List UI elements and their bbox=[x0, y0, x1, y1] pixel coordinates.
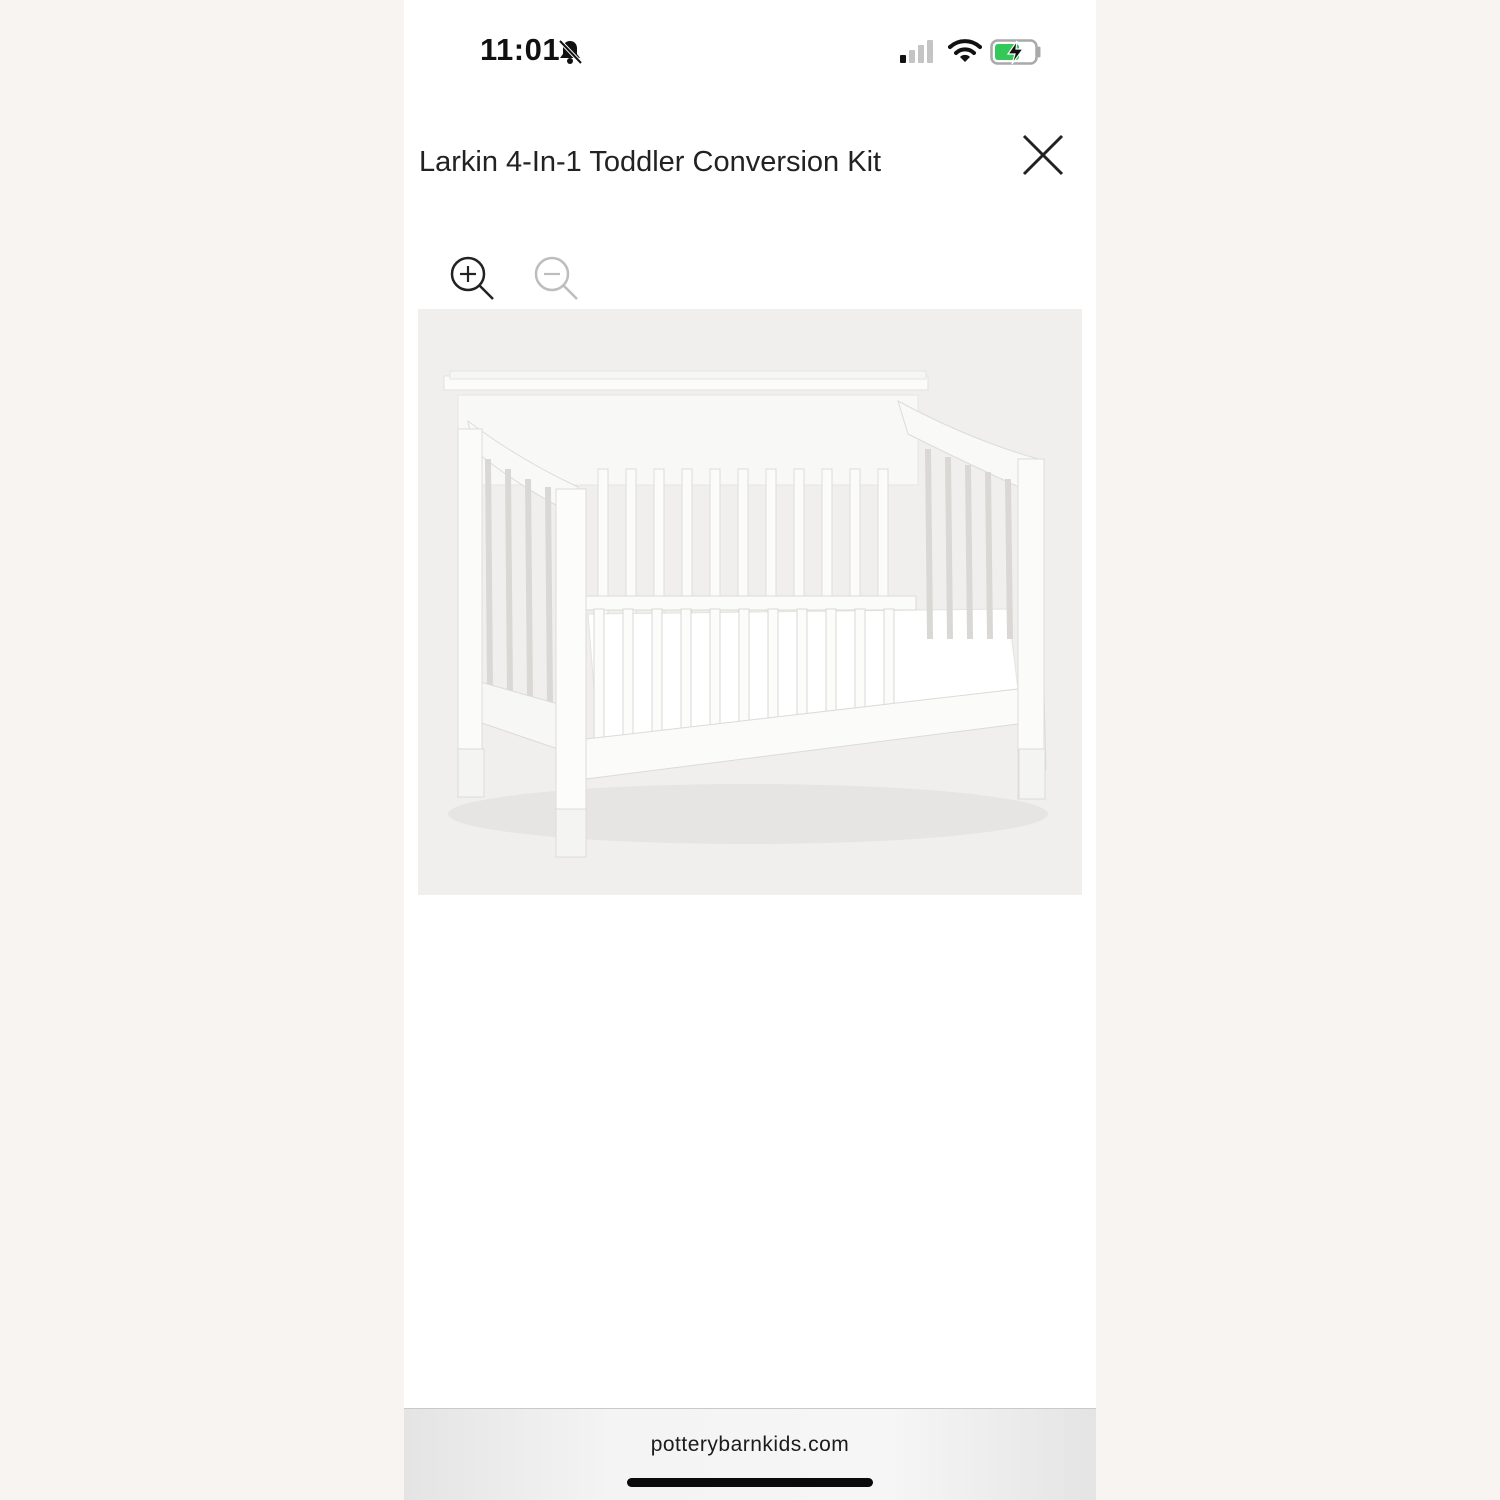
product-title: Larkin 4-In-1 Toddler Conversion Kit bbox=[419, 146, 882, 178]
zoom-in-icon[interactable] bbox=[448, 254, 498, 304]
phone-screen: 11:01 Larkin 4-In-1 Toddler Conversion K… bbox=[404, 0, 1096, 1500]
modal-header: Larkin 4-In-1 Toddler Conversion Kit bbox=[404, 120, 1096, 210]
browser-address-bar: potterybarnkids.com bbox=[404, 1408, 1096, 1500]
wifi-icon bbox=[948, 39, 982, 62]
status-bar: 11:01 bbox=[404, 0, 1096, 100]
toddler-crib-image bbox=[443, 370, 1048, 858]
zoom-out-icon[interactable] bbox=[532, 254, 582, 304]
status-time: 11:01 bbox=[480, 32, 561, 67]
url-label[interactable]: potterybarnkids.com bbox=[404, 1433, 1096, 1457]
bell-slash-icon bbox=[558, 39, 583, 65]
product-image[interactable] bbox=[418, 309, 1082, 895]
battery-charging-icon bbox=[990, 39, 1041, 65]
home-indicator[interactable] bbox=[627, 1478, 873, 1487]
cellular-signal-icon bbox=[900, 40, 933, 63]
close-icon[interactable] bbox=[1020, 132, 1066, 178]
